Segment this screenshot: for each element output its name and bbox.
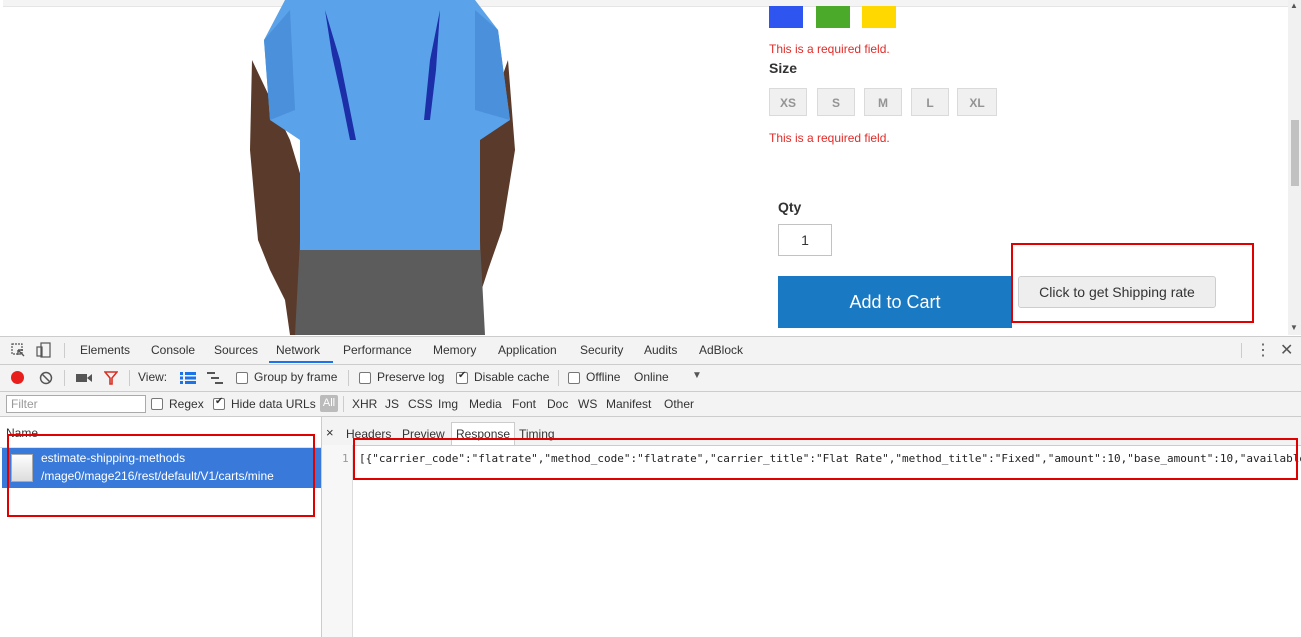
tab-performance[interactable]: Performance xyxy=(343,343,412,357)
filter-type-font[interactable]: Font xyxy=(512,397,536,411)
group-by-frame-label: Group by frame xyxy=(254,370,338,384)
highlight-box-shipping xyxy=(1011,243,1254,323)
tab-audits[interactable]: Audits xyxy=(644,343,677,357)
product-page: This is a required field. Size XS S M L … xyxy=(0,0,1301,335)
size-required-error: This is a required field. xyxy=(769,131,890,145)
size-option-l[interactable]: L xyxy=(911,88,949,116)
size-option-m[interactable]: M xyxy=(864,88,902,116)
tab-network[interactable]: Network xyxy=(276,343,320,357)
close-devtools-icon[interactable]: ✕ xyxy=(1280,340,1293,360)
scroll-down-arrow-icon[interactable]: ▼ xyxy=(1290,323,1298,332)
page-scroll-thumb[interactable] xyxy=(1291,120,1299,186)
filter-icon[interactable] xyxy=(104,371,118,385)
tab-elements[interactable]: Elements xyxy=(80,343,130,357)
tab-adblock[interactable]: AdBlock xyxy=(699,343,743,357)
left-edge xyxy=(0,0,3,335)
disable-cache-label: Disable cache xyxy=(474,370,550,384)
qty-label: Qty xyxy=(778,199,802,215)
toolbar-separator xyxy=(129,370,130,386)
filter-type-css[interactable]: CSS xyxy=(408,397,433,411)
filter-type-js[interactable]: JS xyxy=(385,397,399,411)
tab-console[interactable]: Console xyxy=(151,343,195,357)
large-rows-icon[interactable] xyxy=(180,372,196,384)
tab-application[interactable]: Application xyxy=(498,343,557,357)
capture-screenshots-icon[interactable] xyxy=(76,372,92,384)
add-to-cart-button[interactable]: Add to Cart xyxy=(778,276,1012,328)
offline-label: Offline xyxy=(586,370,621,384)
hide-data-urls-checkbox[interactable] xyxy=(213,396,225,410)
filter-type-xhr[interactable]: XHR xyxy=(352,397,377,411)
inspect-element-icon[interactable] xyxy=(11,343,25,357)
close-detail-icon[interactable]: × xyxy=(326,425,334,440)
color-required-error: This is a required field. xyxy=(769,42,890,56)
swatch-yellow[interactable] xyxy=(862,6,896,28)
tab-separator xyxy=(64,343,65,358)
preserve-log-checkbox[interactable] xyxy=(359,372,371,384)
filter-separator xyxy=(343,396,344,412)
group-by-frame-checkbox[interactable] xyxy=(236,372,248,384)
waterfall-icon[interactable] xyxy=(207,372,223,384)
view-label: View: xyxy=(138,370,168,384)
toolbar-separator xyxy=(558,370,559,386)
filter-input[interactable]: Filter xyxy=(6,395,146,413)
preserve-log-label: Preserve log xyxy=(377,370,445,384)
clear-icon[interactable] xyxy=(39,371,53,385)
top-strip xyxy=(0,0,1288,7)
filter-type-manifest[interactable]: Manifest xyxy=(606,397,651,411)
toolbar-separator xyxy=(64,370,65,386)
filter-type-doc[interactable]: Doc xyxy=(547,397,568,411)
throttling-select[interactable]: Online xyxy=(634,370,669,384)
filter-type-img[interactable]: Img xyxy=(438,397,458,411)
chevron-down-icon[interactable]: ▼ xyxy=(692,370,702,381)
filter-bar: Filter Regex Hide data URLs All XHR JS C… xyxy=(0,392,1301,417)
swatch-green[interactable] xyxy=(816,6,850,28)
record-icon[interactable] xyxy=(11,371,24,384)
regex-label: Regex xyxy=(169,397,204,411)
regex-checkbox[interactable] xyxy=(151,398,163,410)
qty-input[interactable]: 1 xyxy=(778,224,832,256)
devtools-panel: Elements Console Sources Network Perform… xyxy=(0,336,1301,637)
size-option-s[interactable]: S xyxy=(817,88,855,116)
toolbar-separator xyxy=(348,370,349,386)
filter-type-other[interactable]: Other xyxy=(664,397,694,411)
scroll-up-arrow-icon[interactable]: ▲ xyxy=(1290,1,1298,10)
size-label: Size xyxy=(769,60,798,76)
filter-type-all[interactable]: All xyxy=(320,395,338,412)
line-gutter xyxy=(322,445,353,637)
network-toolbar: View: Group by frame Preserve log Disabl… xyxy=(0,365,1301,392)
tab-sources[interactable]: Sources xyxy=(214,343,258,357)
tab-memory[interactable]: Memory xyxy=(433,343,476,357)
product-image xyxy=(250,0,515,335)
active-tab-indicator xyxy=(269,361,333,363)
tab-security[interactable]: Security xyxy=(580,343,623,357)
highlight-box-request xyxy=(7,434,315,517)
swatch-blue[interactable] xyxy=(769,6,803,28)
devtools-tab-bar: Elements Console Sources Network Perform… xyxy=(0,337,1301,365)
filter-type-ws[interactable]: WS xyxy=(578,397,597,411)
filter-type-media[interactable]: Media xyxy=(469,397,502,411)
hide-data-urls-label: Hide data URLs xyxy=(231,397,316,411)
size-option-xl[interactable]: XL xyxy=(957,88,997,116)
more-options-icon[interactable]: ⋮ xyxy=(1255,340,1271,360)
highlight-box-response xyxy=(353,438,1298,480)
tab-separator xyxy=(1241,343,1242,358)
disable-cache-checkbox[interactable] xyxy=(456,370,468,384)
offline-checkbox[interactable] xyxy=(568,372,580,384)
device-toolbar-icon[interactable] xyxy=(36,342,52,358)
size-option-xs[interactable]: XS xyxy=(769,88,807,116)
line-number: 1 xyxy=(342,452,349,465)
